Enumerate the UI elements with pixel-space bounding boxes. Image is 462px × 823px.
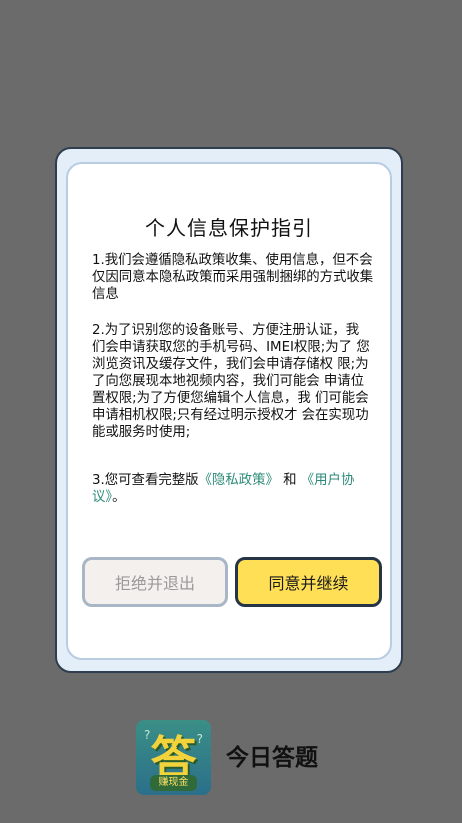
privacy-dialog-card: 个人信息保护指引 1.我们会遵循隐私政策收集、使用信息，但不会仅因同意本隐私政策… (66, 162, 392, 660)
policy-paragraph-2: 2.为了识别您的设备账号、方便注册认证，我 们会申请获取您的手机号码、IMEI权… (92, 323, 370, 440)
policy-paragraph-3: 3.您可查看完整版《隐私政策》 和 《用户协议》。 (92, 472, 376, 506)
app-logo-icon: ? ? 答 赚现金 (136, 720, 211, 795)
agree-button-label: 同意并继续 (268, 574, 349, 593)
policy-paragraph-1: 1.我们会遵循隐私政策收集、使用信息，但不会仅因同意本隐私政策而采用强制捆绑的方… (92, 253, 374, 302)
paragraph-3-prefix: 3.您可查看完整版 (92, 473, 199, 488)
app-name: 今日答题 (226, 745, 318, 771)
logo-tag: 赚现金 (150, 775, 197, 791)
agree-continue-button[interactable]: 同意并继续 (235, 557, 382, 607)
privacy-dialog: 个人信息保护指引 1.我们会遵循隐私政策收集、使用信息，但不会仅因同意本隐私政策… (55, 147, 403, 673)
dialog-title: 个人信息保护指引 (145, 216, 313, 240)
privacy-policy-link[interactable]: 《隐私政策》 (199, 473, 279, 488)
reject-exit-button[interactable]: 拒绝并退出 (82, 557, 228, 607)
reject-button-label: 拒绝并退出 (114, 574, 195, 593)
paragraph-3-and: 和 (283, 473, 297, 488)
paragraph-3-suffix: 。 (112, 490, 126, 505)
